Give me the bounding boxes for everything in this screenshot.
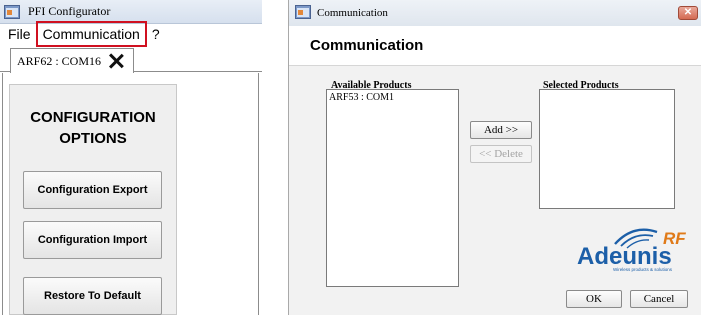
dialog-close-icon[interactable]: ✕: [678, 6, 698, 20]
delete-button[interactable]: << Delete: [470, 145, 532, 163]
list-item[interactable]: ARF53 : COM1: [327, 90, 458, 105]
app-icon: [4, 4, 20, 20]
pane-border-right: [258, 73, 259, 315]
menu-file[interactable]: File: [8, 26, 31, 42]
options-title: CONFIGURATION OPTIONS: [10, 107, 176, 149]
tab-strip: ARF62 : COM16: [0, 44, 262, 73]
adeunis-logo: RF Adeunis Wireless products & solutions: [575, 222, 695, 272]
pfi-configurator-window: PFI Configurator File Communication ? AR…: [0, 0, 262, 315]
svg-text:Adeunis: Adeunis: [577, 243, 672, 270]
configuration-import-button[interactable]: Configuration Import: [23, 221, 162, 259]
options-title-line1: CONFIGURATION: [30, 109, 156, 126]
svg-text:Wireless products & solutions: Wireless products & solutions: [613, 267, 673, 272]
available-products-list[interactable]: ARF53 : COM1: [326, 89, 459, 287]
ok-button[interactable]: OK: [566, 290, 622, 308]
restore-to-default-button[interactable]: Restore To Default: [23, 277, 162, 315]
dialog-titlebar: Communication ✕: [289, 0, 701, 26]
selected-products-list[interactable]: [539, 89, 675, 209]
communication-dialog: Communication ✕ Communication Available …: [288, 0, 701, 315]
pane-border-left: [2, 73, 3, 315]
add-button[interactable]: Add >>: [470, 121, 532, 139]
options-title-line2: OPTIONS: [59, 130, 127, 147]
configuration-options-panel: CONFIGURATION OPTIONS Configuration Expo…: [9, 84, 177, 315]
configuration-export-button[interactable]: Configuration Export: [23, 171, 162, 209]
window-title: PFI Configurator: [28, 4, 111, 18]
menu-bar: File Communication ?: [0, 21, 262, 47]
dialog-app-icon: [295, 5, 311, 21]
tab-arf62-com16[interactable]: ARF62 : COM16: [10, 48, 134, 73]
window-titlebar: PFI Configurator: [0, 0, 262, 24]
cancel-button[interactable]: Cancel: [630, 290, 688, 308]
tab-label: ARF62 : COM16: [17, 53, 102, 68]
menu-communication[interactable]: Communication: [35, 21, 147, 47]
dialog-title: Communication: [317, 7, 388, 19]
close-icon[interactable]: [108, 53, 124, 69]
dialog-heading: Communication: [289, 26, 701, 66]
menu-help[interactable]: ?: [152, 26, 160, 42]
